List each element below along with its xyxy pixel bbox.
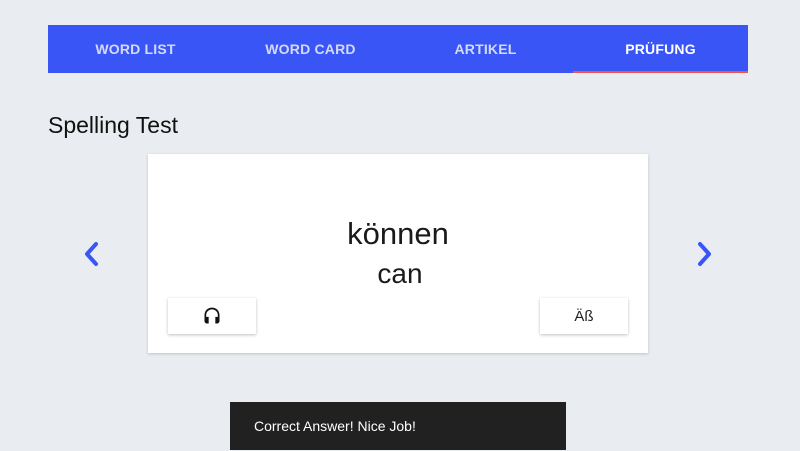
german-word: können <box>347 216 449 251</box>
page-title: Spelling Test <box>48 112 178 138</box>
chevron-left-icon <box>85 242 98 266</box>
tab-word-card[interactable]: WORD CARD <box>223 25 398 73</box>
snackbar-message: Correct Answer! Nice Job! <box>230 402 566 450</box>
special-characters-button[interactable]: Äß <box>540 298 628 334</box>
tab-bar: WORD LIST WORD CARD ARTIKEL PRÜFUNG <box>48 25 748 73</box>
chevron-right-icon <box>698 242 711 266</box>
word-translation: can <box>377 258 423 289</box>
play-audio-button[interactable] <box>168 298 256 334</box>
headphones-icon <box>204 307 220 324</box>
tab-artikel[interactable]: ARTIKEL <box>398 25 573 73</box>
next-button[interactable] <box>690 238 718 270</box>
tab-word-list[interactable]: WORD LIST <box>48 25 223 73</box>
previous-button[interactable] <box>78 238 106 270</box>
flash-card: können can Äß <box>148 154 648 353</box>
tab-prufung[interactable]: PRÜFUNG <box>573 25 748 73</box>
app-page: WORD LIST WORD CARD ARTIKEL PRÜFUNG Spel… <box>0 0 800 451</box>
